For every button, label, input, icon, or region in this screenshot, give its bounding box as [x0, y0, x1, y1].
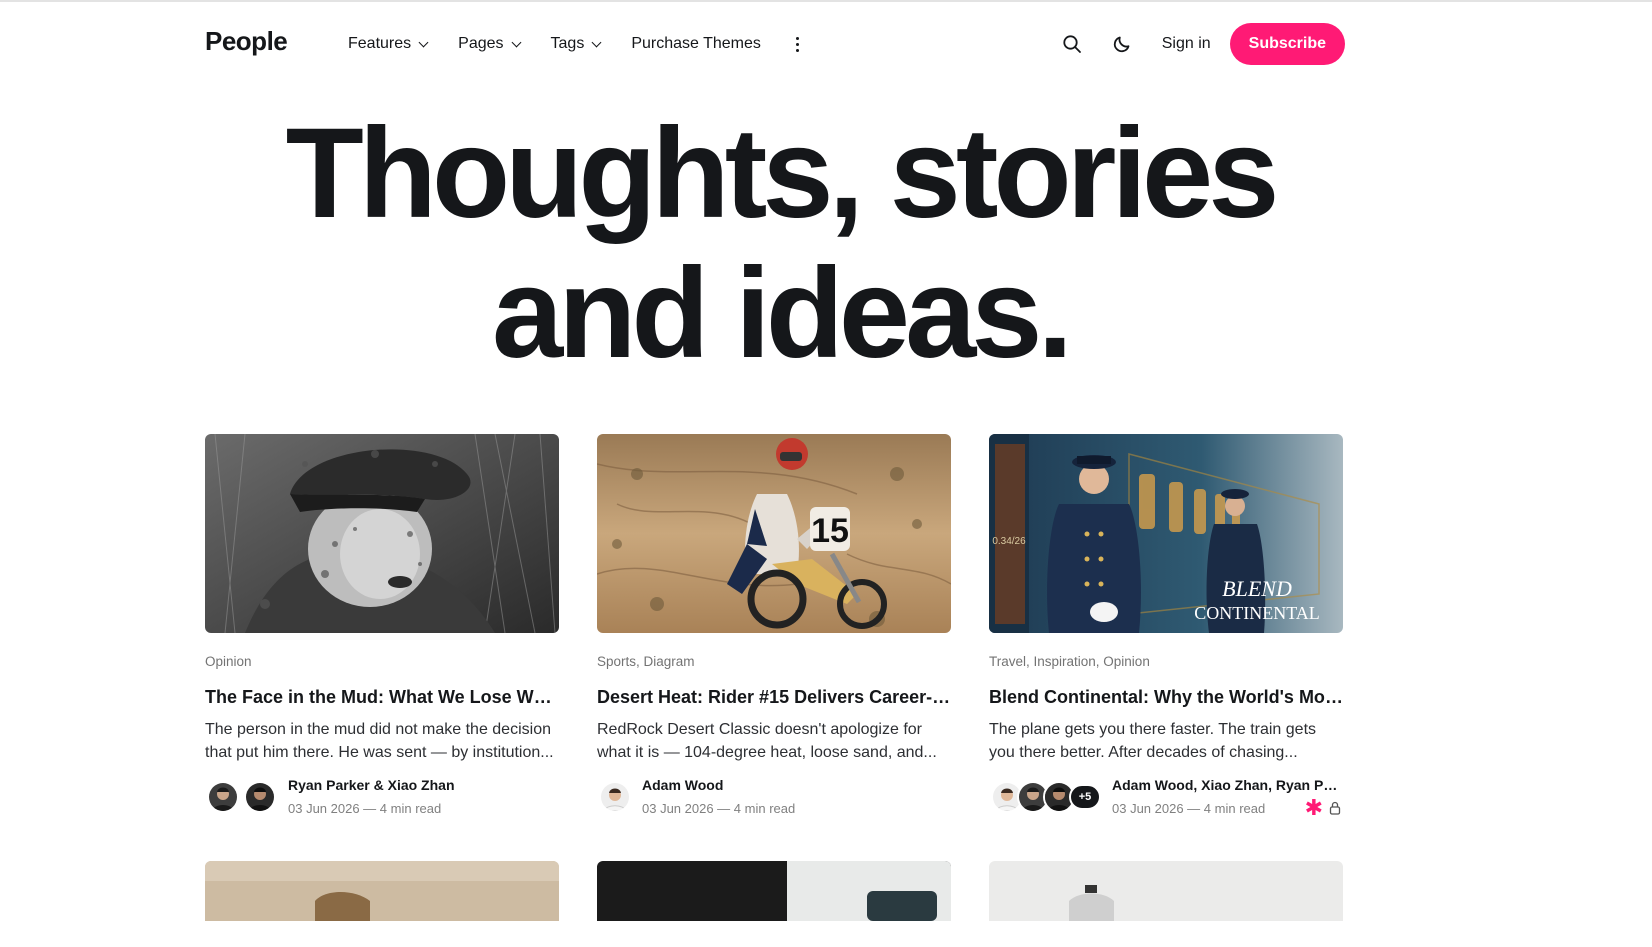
nav-item-label: Features	[348, 35, 412, 52]
subscribe-button[interactable]: Subscribe	[1229, 23, 1345, 65]
post-excerpt-line: that put him there. He was sent — by ins…	[205, 744, 554, 761]
chevron-down-icon	[591, 37, 602, 47]
post-title[interactable]: Blend Continental: Why the World's Most …	[989, 685, 1343, 709]
post-excerpt: The plane gets you there faster. The tra…	[989, 718, 1343, 764]
post-date: 03 Jun 2026 — 4 min read	[642, 801, 796, 816]
post-tags[interactable]: Opinion	[205, 654, 559, 672]
post-excerpt-line: RedRock Desert Classic doesn't apologize…	[597, 721, 922, 738]
post-date: 03 Jun 2026 — 4 min read	[288, 801, 442, 816]
nav-item-purchase-themes[interactable]: Purchase Themes	[631, 35, 761, 53]
post-excerpt: The person in the mud did not make the d…	[205, 718, 559, 764]
post-date: 03 Jun 2026 — 4 min read	[1112, 801, 1266, 816]
post-card[interactable]: 15 Sports, Diagram Desert Heat: Rider #1…	[597, 434, 951, 817]
post-authors[interactable]: Adam Wood, Xiao Zhan, Ryan Par...	[1112, 777, 1344, 793]
post-card[interactable]: 0.34/26 BLEND CONTINENTAL Travel, Inspir…	[989, 434, 1344, 820]
train-car-number: 0.34/26	[992, 536, 1026, 547]
nav-item-label: Pages	[458, 35, 504, 52]
post-excerpt-line: what it is — 104-degree heat, loose sand…	[597, 744, 937, 761]
post-image[interactable]	[205, 861, 559, 921]
hero-title: Thoughts, stories and ideas.	[0, 104, 1560, 384]
post-excerpt-line: you there better. After decades of chasi…	[989, 744, 1298, 761]
post-title[interactable]: Desert Heat: Rider #15 Delivers Career-B…	[597, 685, 951, 709]
avatar[interactable]	[207, 781, 239, 813]
post-excerpt: RedRock Desert Classic doesn't apologize…	[597, 718, 951, 764]
post-authors[interactable]: Adam Wood	[642, 777, 942, 793]
post-tags[interactable]: Travel, Inspiration, Opinion	[989, 654, 1343, 672]
post-card[interactable]: Opinion The Face in the Mud: What We Los…	[205, 434, 559, 817]
more-vertical-icon[interactable]	[792, 32, 804, 56]
chevron-down-icon	[511, 37, 521, 47]
post-badges: ✱	[1304, 795, 1341, 820]
lock-icon	[1329, 801, 1341, 815]
chevron-down-icon	[418, 37, 429, 47]
moon-icon	[1113, 36, 1130, 53]
post-image[interactable]: 0.34/26 BLEND CONTINENTAL	[989, 434, 1343, 633]
author-avatars	[207, 781, 276, 813]
hero: Thoughts, stories and ideas.	[0, 104, 1560, 384]
post-meta: +5 Adam Wood, Xiao Zhan, Ryan Par... 03 …	[989, 777, 1344, 820]
site-logo[interactable]: People	[205, 26, 288, 57]
hero-line-2: and ideas.	[492, 242, 1073, 385]
more-authors-badge[interactable]: +5	[1069, 784, 1101, 810]
post-image[interactable]: 15	[597, 434, 951, 633]
post-tags[interactable]: Sports, Diagram	[597, 654, 951, 672]
nav-item-features[interactable]: Features	[348, 35, 429, 53]
avatar[interactable]	[244, 781, 276, 813]
nav-item-pages[interactable]: Pages	[458, 35, 521, 53]
post-authors[interactable]: Ryan Parker & Xiao Zhan	[288, 777, 548, 793]
nav-item-label: Purchase Themes	[631, 35, 761, 52]
post-image[interactable]	[205, 434, 559, 633]
post-meta: Ryan Parker & Xiao Zhan 03 Jun 2026 — 4 …	[205, 777, 559, 817]
avatar[interactable]	[599, 781, 631, 813]
overlay-text-blend: BLEND	[1222, 576, 1292, 601]
overlay-text-continental: CONTINENTAL	[1194, 603, 1320, 623]
post-image[interactable]	[597, 861, 951, 921]
author-avatars	[599, 781, 631, 813]
search-icon	[1063, 35, 1081, 53]
nav-item-tags[interactable]: Tags	[550, 35, 602, 53]
header-actions: Sign in Subscribe	[1060, 22, 1345, 66]
author-avatars: +5	[991, 781, 1101, 813]
post-title[interactable]: The Face in the Mud: What We Lose Whe...	[205, 685, 559, 709]
post-image[interactable]	[989, 861, 1343, 921]
theme-toggle-button[interactable]	[1110, 32, 1134, 56]
plate-number: 15	[811, 512, 849, 550]
post-meta: Adam Wood 03 Jun 2026 — 4 min read	[597, 777, 951, 817]
featured-star-icon: ✱	[1304, 795, 1323, 820]
post-excerpt-line: The plane gets you there faster. The tra…	[989, 721, 1317, 738]
hero-line-1: Thoughts, stories	[285, 102, 1280, 245]
post-excerpt-line: The person in the mud did not make the d…	[205, 721, 551, 738]
search-button[interactable]	[1060, 32, 1084, 56]
nav-item-label: Tags	[550, 35, 585, 52]
top-border	[0, 0, 1652, 2]
sign-in-link[interactable]: Sign in	[1162, 35, 1211, 53]
site-header: People Features Pages Tags Purchase Them…	[205, 22, 1345, 66]
main-nav: Features Pages Tags Purchase Themes	[348, 22, 804, 66]
